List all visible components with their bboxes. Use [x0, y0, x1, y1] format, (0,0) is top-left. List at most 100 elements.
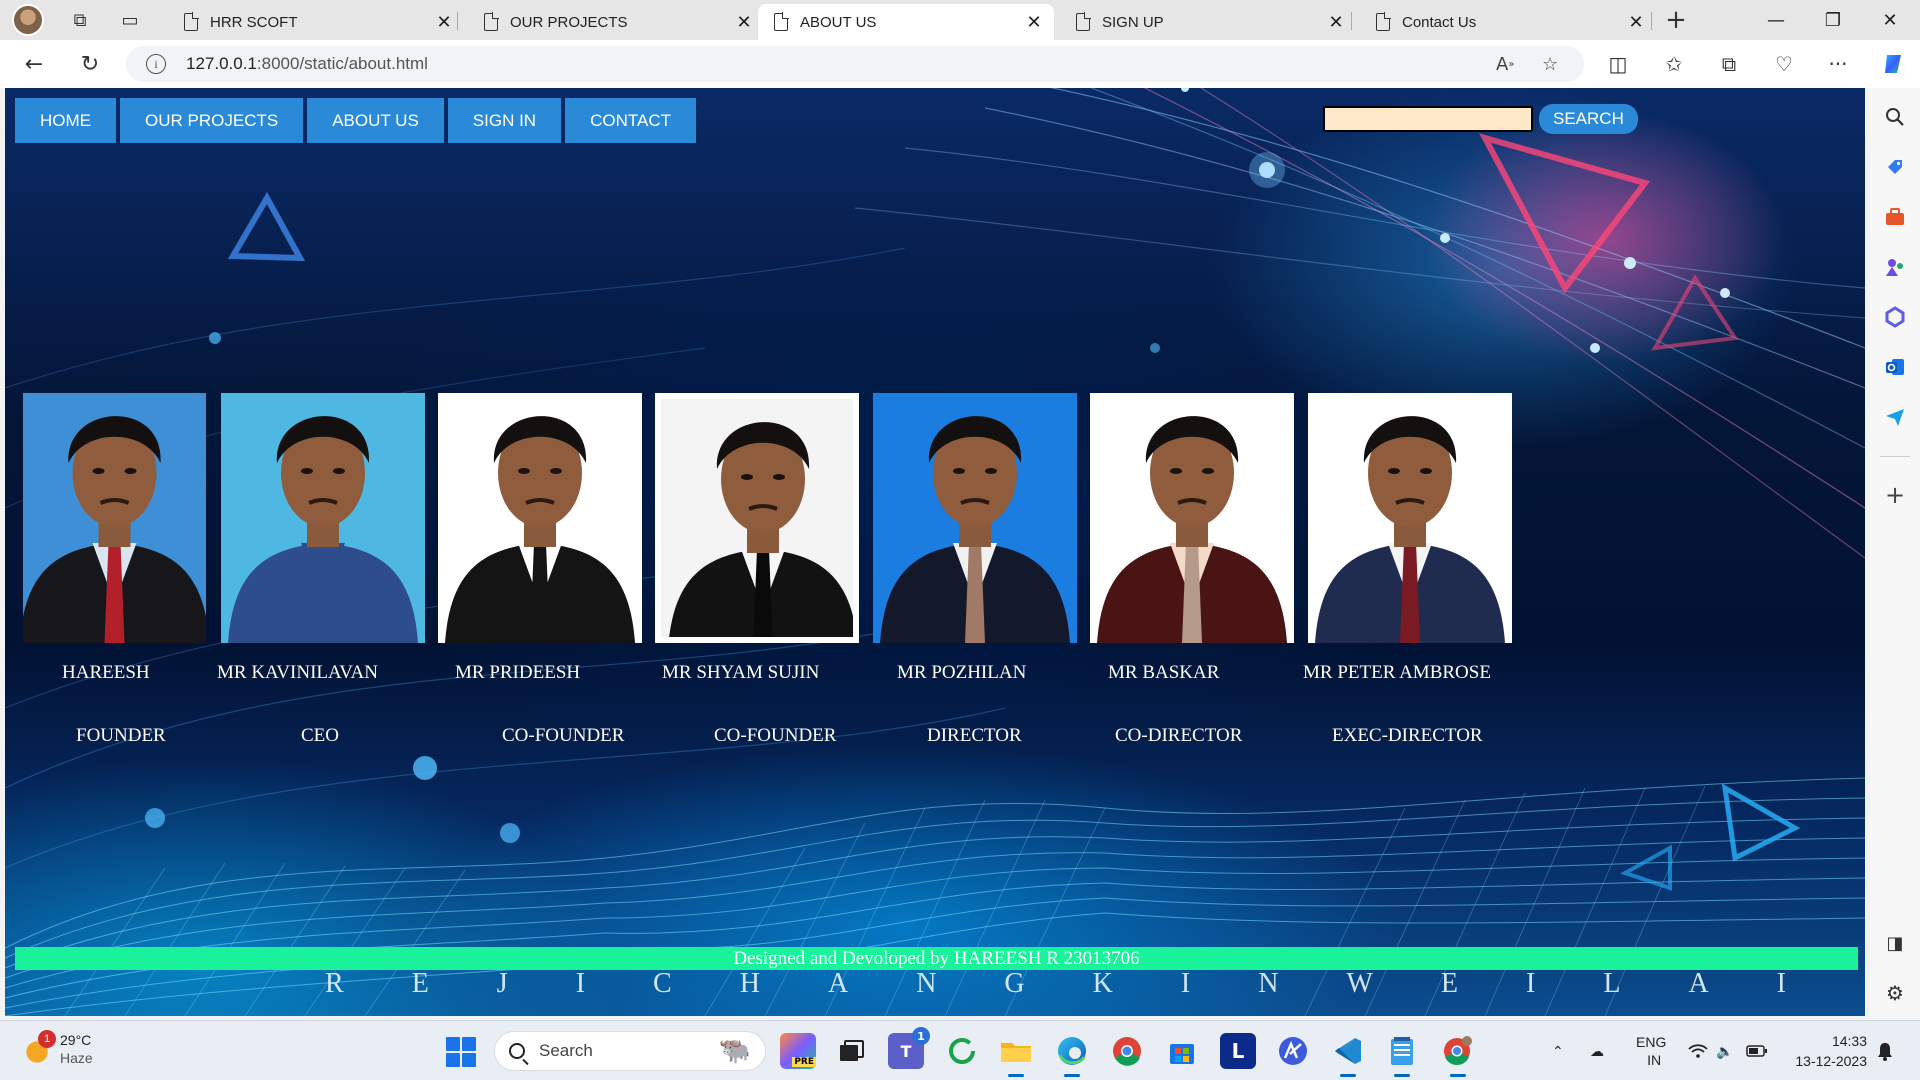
tab-label: OUR PROJECTS	[510, 13, 628, 31]
microsoft365-icon[interactable]	[1880, 302, 1910, 332]
nav-sign-in[interactable]: SIGN IN	[447, 98, 562, 143]
nav-contact[interactable]: CONTACT	[565, 98, 696, 143]
background-letter: A	[1688, 968, 1709, 999]
tab-label: Contact Us	[1402, 13, 1477, 31]
nav-our-projects[interactable]: OUR PROJECTS	[120, 98, 304, 143]
tray-chevron-icon[interactable]: ⌃	[1552, 1021, 1564, 1080]
close-icon[interactable]: ✕	[1024, 12, 1044, 33]
restore-icon[interactable]: ❐	[1805, 0, 1861, 40]
copilot-preview-app-icon[interactable]: PRE	[780, 1033, 816, 1069]
wifi-icon[interactable]	[1688, 1021, 1708, 1080]
close-icon[interactable]: ✕	[734, 12, 754, 33]
background-letter: J	[496, 968, 508, 999]
background-letter: W	[1346, 968, 1373, 999]
volume-icon[interactable]: 🔈	[1716, 1021, 1733, 1080]
system-clock[interactable]: 14:33 13-12-2023	[1785, 1031, 1867, 1071]
background-letter: G	[1004, 968, 1025, 999]
read-aloud-icon[interactable]: A»	[1496, 46, 1514, 82]
background-letter: E	[1440, 968, 1458, 999]
microsoft-store-icon[interactable]	[1164, 1033, 1200, 1069]
url-text: 127.0.0.1:8000/static/about.html	[186, 54, 428, 74]
teams-icon[interactable]: T 1	[888, 1027, 930, 1069]
send-icon[interactable]	[1880, 402, 1910, 432]
language-indicator[interactable]: ENG IN	[1636, 1021, 1666, 1080]
workspaces-icon[interactable]: ⧉	[62, 2, 98, 38]
member-role: EXEC-DIRECTOR	[1332, 725, 1483, 746]
add-icon[interactable]: +	[1880, 480, 1910, 510]
search-input[interactable]	[1323, 106, 1533, 132]
taskbar-search-box[interactable]: Search 🐃	[494, 1031, 766, 1071]
window-close-icon[interactable]: ✕	[1862, 0, 1918, 40]
portrait-figure	[880, 416, 1070, 643]
page-icon	[184, 12, 199, 31]
browser-essentials-icon[interactable]: ♡	[1766, 46, 1802, 82]
start-windows-icon[interactable]	[446, 1037, 476, 1067]
tools-briefcase-icon[interactable]	[1880, 202, 1910, 232]
tab-our-projects[interactable]: OUR PROJECTS ✕	[468, 4, 764, 40]
settings-gear-icon[interactable]: ⚙	[1880, 978, 1910, 1008]
games-icon[interactable]	[1880, 252, 1910, 282]
weather-text: 29°C Haze	[60, 1031, 93, 1067]
weather-condition: Haze	[60, 1050, 93, 1066]
edge-browser-icon[interactable]	[1054, 1033, 1090, 1077]
new-tab-icon[interactable]: +	[1660, 4, 1692, 36]
more-menu-icon[interactable]: ···	[1820, 46, 1856, 82]
chrome-icon[interactable]	[1109, 1033, 1145, 1069]
search-icon[interactable]	[1880, 102, 1910, 132]
onedrive-cloud-icon[interactable]: ☁	[1590, 1021, 1604, 1080]
minimize-icon[interactable]: —	[1748, 0, 1804, 40]
tab-sign-up[interactable]: SIGN UP ✕	[1060, 4, 1356, 40]
member-name: MR KAVINILAVAN	[217, 662, 378, 683]
favorites-icon[interactable]: ✩	[1656, 46, 1692, 82]
teams-badge: 1	[912, 1027, 930, 1045]
battery-icon[interactable]	[1746, 1021, 1768, 1080]
refresh-circle-app-icon[interactable]	[944, 1033, 980, 1069]
close-icon[interactable]: ✕	[1326, 12, 1346, 33]
tab-about-us[interactable]: ABOUT US ✕	[758, 4, 1054, 40]
clock-time: 14:33	[1831, 1033, 1867, 1049]
favorite-star-icon[interactable]: ☆	[1542, 46, 1558, 82]
tab-hrr-scoft[interactable]: HRR SCOFT ✕	[168, 4, 464, 40]
back-icon[interactable]: ←	[16, 46, 52, 82]
nav-about-us[interactable]: ABOUT US	[307, 98, 444, 143]
background-letter: H	[739, 968, 760, 999]
member-name: MR PETER AMBROSE	[1303, 662, 1491, 683]
weather-sun-icon: 1	[22, 1030, 56, 1064]
arc-app-icon[interactable]	[1275, 1033, 1311, 1069]
notification-bell-icon[interactable]	[1876, 1021, 1894, 1080]
close-icon[interactable]: ✕	[1626, 12, 1646, 33]
search-button[interactable]: SEARCH	[1539, 104, 1638, 134]
vscode-icon[interactable]	[1330, 1033, 1366, 1077]
weather-widget[interactable]: 1 29°C Haze	[22, 1030, 93, 1067]
address-field[interactable]: i 127.0.0.1:8000/static/about.html A» ☆	[126, 46, 1584, 82]
copilot-icon[interactable]	[1876, 46, 1912, 82]
split-screen-icon[interactable]: ◫	[1600, 46, 1636, 82]
sidebar-divider	[1880, 456, 1910, 457]
notepad-icon[interactable]	[1384, 1033, 1420, 1077]
shopping-tag-icon[interactable]	[1880, 152, 1910, 182]
nav-home[interactable]: HOME	[15, 98, 116, 143]
background-letter: A	[827, 968, 849, 999]
taskbar-search-label: Search	[539, 1041, 593, 1060]
member-role: CO-DIRECTOR	[1115, 725, 1243, 746]
profile-avatar[interactable]	[12, 4, 44, 36]
member-photo	[655, 393, 859, 643]
site-info-icon[interactable]: i	[146, 54, 166, 74]
portrait-figure	[669, 422, 853, 637]
language-code: ENG	[1636, 1034, 1667, 1050]
l-app-icon[interactable]: L	[1220, 1033, 1256, 1069]
portrait-figure	[1315, 416, 1505, 643]
chrome-profile-icon[interactable]	[1440, 1033, 1476, 1077]
file-explorer-icon[interactable]	[998, 1033, 1034, 1077]
portrait-figure	[445, 416, 635, 643]
outlook-icon[interactable]	[1880, 352, 1910, 382]
tab-actions-icon[interactable]: ▭	[112, 2, 148, 38]
tab-contact-us[interactable]: Contact Us ✕	[1360, 4, 1656, 40]
background-letter: C	[653, 968, 672, 999]
task-view-icon[interactable]	[834, 1033, 870, 1069]
close-icon[interactable]: ✕	[434, 12, 454, 33]
hide-sidebar-icon[interactable]: ◨	[1880, 928, 1910, 958]
collections-icon[interactable]: ⧉	[1711, 46, 1747, 82]
member-role: CO-FOUNDER	[714, 725, 837, 746]
refresh-icon[interactable]: ↻	[72, 46, 108, 82]
